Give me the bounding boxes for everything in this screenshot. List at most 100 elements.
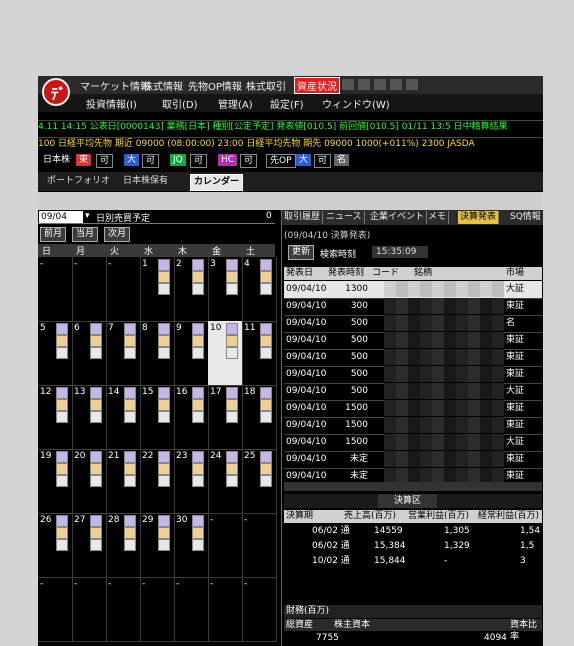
calendar-day-cell[interactable]: 8 [140, 321, 175, 386]
earnings-event-icon[interactable] [90, 323, 102, 335]
dividend-event-icon[interactable] [260, 463, 272, 475]
earnings-event-icon[interactable] [260, 259, 272, 271]
event-note-icon[interactable] [90, 411, 102, 423]
earnings-event-icon[interactable] [158, 259, 170, 271]
tab-portfolio[interactable]: ポートフォリオ [44, 174, 113, 189]
calendar-day-cell[interactable]: - [140, 577, 175, 642]
calendar-day-cell[interactable]: 28 [106, 513, 141, 578]
calendar-day-cell[interactable]: 10 [208, 321, 243, 386]
calendar-day-cell[interactable]: - [242, 577, 277, 642]
event-note-icon[interactable] [260, 347, 272, 359]
dividend-event-icon[interactable] [226, 335, 238, 347]
event-note-icon[interactable] [56, 475, 68, 487]
calendar-day-cell[interactable]: 24 [208, 449, 243, 514]
tab-trade-history[interactable]: 取引履歴 [282, 211, 324, 224]
calendar-day-cell[interactable]: 1 [140, 257, 175, 322]
calendar-day-cell[interactable]: 25 [242, 449, 277, 514]
menu-settings[interactable]: 設定(F) [270, 96, 304, 111]
toolbar-icon[interactable] [342, 79, 354, 90]
event-note-icon[interactable] [226, 475, 238, 487]
menu-market-info[interactable]: マーケット情報 [80, 78, 150, 93]
event-note-icon[interactable] [56, 347, 68, 359]
menu-stock-trade[interactable]: 株式取引 [246, 78, 286, 93]
table-row[interactable]: 09/04/10 500 東証 [284, 332, 542, 350]
dividend-event-icon[interactable] [226, 399, 238, 411]
dividend-event-icon[interactable] [90, 463, 102, 475]
event-note-icon[interactable] [192, 347, 204, 359]
event-note-icon[interactable] [158, 283, 170, 295]
dividend-event-icon[interactable] [192, 399, 204, 411]
dividend-event-icon[interactable] [158, 335, 170, 347]
calendar-day-cell[interactable]: 3 [208, 257, 243, 322]
dividend-event-icon[interactable] [158, 399, 170, 411]
tab-holdings[interactable]: 日本株保有 [120, 174, 171, 189]
calendar-day-cell[interactable]: 12 [38, 385, 73, 450]
prev-month-button[interactable]: 前月 [40, 227, 67, 242]
event-note-icon[interactable] [260, 283, 272, 295]
table-row[interactable]: 09/04/10 300 東証 [284, 298, 542, 316]
dividend-event-icon[interactable] [124, 527, 136, 539]
dividend-event-icon[interactable] [226, 271, 238, 283]
event-note-icon[interactable] [192, 283, 204, 295]
calendar-day-cell[interactable]: 16 [174, 385, 209, 450]
dividend-event-icon[interactable] [56, 335, 68, 347]
toolbar-icon[interactable] [374, 79, 386, 90]
earnings-event-icon[interactable] [90, 515, 102, 527]
dividend-event-icon[interactable] [124, 335, 136, 347]
chevron-down-icon[interactable]: ▾ [85, 211, 90, 221]
table-row[interactable]: 09/04/10 未定 東証 [284, 451, 542, 469]
dividend-event-icon[interactable] [192, 271, 204, 283]
calendar-day-cell[interactable]: - [106, 257, 141, 322]
earnings-event-icon[interactable] [90, 387, 102, 399]
earnings-event-icon[interactable] [192, 451, 204, 463]
tab-memo[interactable]: メモ [426, 211, 450, 224]
dividend-event-icon[interactable] [90, 399, 102, 411]
event-note-icon[interactable] [90, 475, 102, 487]
calendar-day-cell[interactable]: - [208, 513, 243, 578]
calendar-day-cell[interactable]: - [106, 577, 141, 642]
calendar-day-cell[interactable]: - [38, 257, 73, 322]
calendar-day-cell[interactable]: 18 [242, 385, 277, 450]
tab-earnings[interactable]: 決算発表 [458, 211, 500, 224]
dividend-event-icon[interactable] [158, 463, 170, 475]
event-note-icon[interactable] [260, 475, 272, 487]
event-note-icon[interactable] [226, 411, 238, 423]
table-row[interactable]: 09/04/10 1500 大証 [284, 434, 542, 452]
month-select[interactable]: 09/04 [39, 211, 83, 223]
event-note-icon[interactable] [124, 411, 136, 423]
calendar-day-cell[interactable]: 4 [242, 257, 277, 322]
event-note-icon[interactable] [124, 539, 136, 551]
earnings-event-icon[interactable] [260, 323, 272, 335]
dividend-event-icon[interactable] [192, 463, 204, 475]
refresh-button[interactable]: 更新 [288, 245, 315, 260]
dividend-event-icon[interactable] [56, 399, 68, 411]
event-note-icon[interactable] [56, 539, 68, 551]
dividend-event-icon[interactable] [56, 463, 68, 475]
earnings-event-icon[interactable] [90, 451, 102, 463]
earnings-event-icon[interactable] [56, 323, 68, 335]
calendar-day-cell[interactable]: 30 [174, 513, 209, 578]
calendar-day-cell[interactable]: 9 [174, 321, 209, 386]
calendar-day-cell[interactable]: - [174, 577, 209, 642]
dividend-event-icon[interactable] [260, 271, 272, 283]
toolbar-icon[interactable] [390, 79, 402, 90]
earnings-event-icon[interactable] [192, 323, 204, 335]
earnings-event-icon[interactable] [226, 451, 238, 463]
earnings-event-icon[interactable] [226, 259, 238, 271]
earnings-event-icon[interactable] [56, 451, 68, 463]
calendar-day-cell[interactable]: - [72, 577, 107, 642]
event-note-icon[interactable] [192, 411, 204, 423]
event-note-icon[interactable] [158, 411, 170, 423]
calendar-day-cell[interactable]: - [72, 257, 107, 322]
earnings-event-icon[interactable] [226, 323, 238, 335]
calendar-day-cell[interactable]: 11 [242, 321, 277, 386]
calendar-day-cell[interactable]: 13 [72, 385, 107, 450]
dividend-event-icon[interactable] [158, 271, 170, 283]
table-row[interactable]: 09/04/10 500 東証 [284, 366, 542, 384]
table-row[interactable]: 09/04/10 500 大証 [284, 383, 542, 401]
earnings-event-icon[interactable] [124, 387, 136, 399]
table-row[interactable]: 09/04/10 1300 大証 [284, 281, 542, 299]
this-month-button[interactable]: 当月 [72, 227, 99, 242]
earnings-event-icon[interactable] [158, 387, 170, 399]
menu-manage[interactable]: 管理(A) [218, 96, 253, 111]
